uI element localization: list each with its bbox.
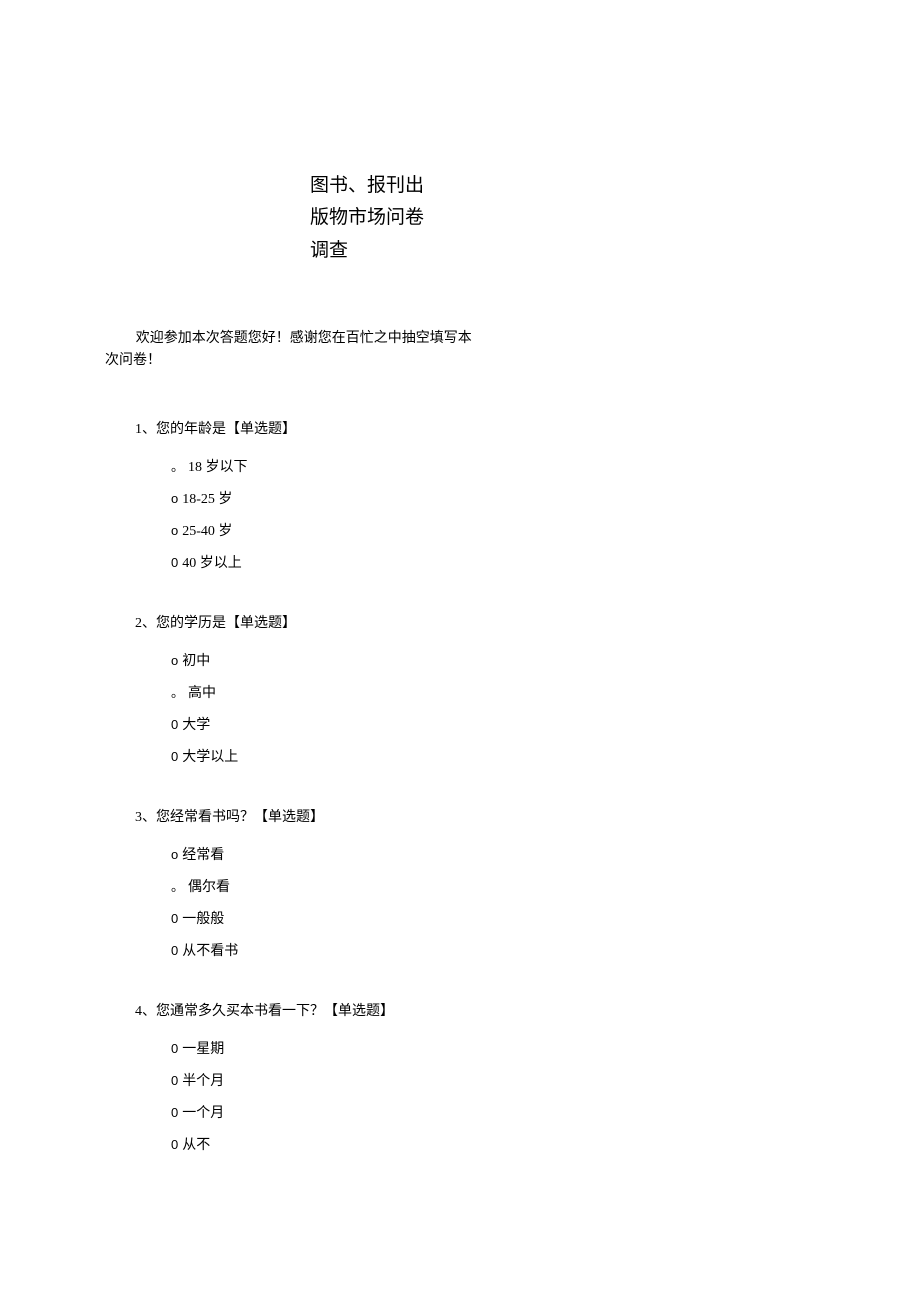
question-title: 2、您的学历是【单选题】 [135, 612, 394, 632]
title-line-1: 图书、报刊出 [310, 170, 460, 202]
option-bullet: o [171, 491, 178, 506]
option-bullet: 0 [171, 1105, 178, 1120]
option-text: 大学以上 [182, 746, 238, 766]
question-title: 4、您通常多久买本书看一下？【单选题】 [135, 1000, 394, 1020]
question-number: 2、 [135, 616, 156, 631]
option-bullet: 0 [171, 911, 178, 926]
option-item: o 25-40 岁 [171, 520, 394, 540]
option-bullet: 0 [171, 717, 178, 732]
option-bullet: 0 [171, 749, 178, 764]
intro-line-2: 次问卷！ [105, 350, 525, 372]
option-bullet: o [171, 523, 178, 538]
question-text: 您经常看书吗？【单选题】 [156, 810, 324, 825]
options-list: o 经常看 。偶尔看 0 一般般 0 从不看书 [171, 844, 394, 960]
option-bullet: 。 [171, 456, 184, 475]
option-text: 经常看 [182, 844, 224, 864]
option-text: 一般般 [182, 908, 224, 928]
question-text: 您的年龄是【单选题】 [156, 422, 296, 437]
title-line-3: 调查 [310, 235, 460, 267]
options-list: 0 一星期 0 半个月 0 一个月 0 从不 [171, 1038, 394, 1154]
option-bullet: 。 [171, 682, 184, 701]
option-item: 。偶尔看 [171, 876, 394, 896]
question-number: 3、 [135, 810, 156, 825]
option-text: 18 岁以下 [188, 456, 248, 476]
option-bullet: o [171, 847, 178, 862]
option-bullet: 。 [171, 876, 184, 895]
question-number: 4、 [135, 1004, 156, 1019]
option-text: 初中 [182, 650, 210, 670]
document-title: 图书、报刊出 版物市场问卷 调查 [310, 170, 460, 267]
title-line-2: 版物市场问卷 [310, 202, 460, 234]
option-item: 0 大学 [171, 714, 394, 734]
question-text: 您的学历是【单选题】 [156, 616, 296, 631]
option-item: 0 半个月 [171, 1070, 394, 1090]
option-item: 0 从不看书 [171, 940, 394, 960]
options-list: 。18 岁以下 o 18-25 岁 o 25-40 岁 0 40 岁以上 [171, 456, 394, 572]
option-bullet: 0 [171, 1041, 178, 1056]
option-item: 0 一般般 [171, 908, 394, 928]
option-item: 。高中 [171, 682, 394, 702]
option-text: 高中 [188, 682, 216, 702]
question-1: 1、您的年龄是【单选题】 。18 岁以下 o 18-25 岁 o 25-40 岁 0… [135, 418, 394, 572]
question-4: 4、您通常多久买本书看一下？【单选题】 0 一星期 0 半个月 0 一个月 0 … [135, 1000, 394, 1154]
intro-text: 欢迎参加本次答题您好！感谢您在百忙之中抽空填写本 次问卷！ [105, 328, 525, 373]
option-item: o 初中 [171, 650, 394, 670]
question-3: 3、您经常看书吗？【单选题】 o 经常看 。偶尔看 0 一般般 0 从不看书 [135, 806, 394, 960]
option-item: 0 40 岁以上 [171, 552, 394, 572]
option-bullet: o [171, 653, 178, 668]
option-item: o 18-25 岁 [171, 488, 394, 508]
option-item: 0 一星期 [171, 1038, 394, 1058]
option-item: 。18 岁以下 [171, 456, 394, 476]
option-item: o 经常看 [171, 844, 394, 864]
option-text: 从不 [182, 1134, 210, 1154]
option-text: 一星期 [182, 1038, 224, 1058]
option-text: 从不看书 [182, 940, 238, 960]
options-list: o 初中 。高中 0 大学 0 大学以上 [171, 650, 394, 766]
option-bullet: 0 [171, 1137, 178, 1152]
option-text: 偶尔看 [188, 876, 230, 896]
option-item: 0 从不 [171, 1134, 394, 1154]
option-text: 半个月 [182, 1070, 224, 1090]
option-bullet: 0 [171, 943, 178, 958]
question-title: 1、您的年龄是【单选题】 [135, 418, 394, 438]
intro-line-1: 欢迎参加本次答题您好！感谢您在百忙之中抽空填写本 [105, 328, 525, 350]
question-2: 2、您的学历是【单选题】 o 初中 。高中 0 大学 0 大学以上 [135, 612, 394, 766]
option-bullet: 0 [171, 555, 178, 570]
question-title: 3、您经常看书吗？【单选题】 [135, 806, 394, 826]
option-text: 18-25 岁 [182, 488, 232, 508]
question-number: 1、 [135, 422, 156, 437]
questions-container: 1、您的年龄是【单选题】 。18 岁以下 o18-25 岁 o25-40 岁 0… [135, 418, 394, 1194]
option-text: 40 岁以上 [182, 552, 242, 572]
option-text: 一个月 [182, 1102, 224, 1122]
option-item: 0 一个月 [171, 1102, 394, 1122]
option-text: 25-40 岁 [182, 520, 232, 540]
option-text: 大学 [182, 714, 210, 734]
option-bullet: 0 [171, 1073, 178, 1088]
question-text: 您通常多久买本书看一下？【单选题】 [156, 1004, 394, 1019]
option-item: 0 大学以上 [171, 746, 394, 766]
